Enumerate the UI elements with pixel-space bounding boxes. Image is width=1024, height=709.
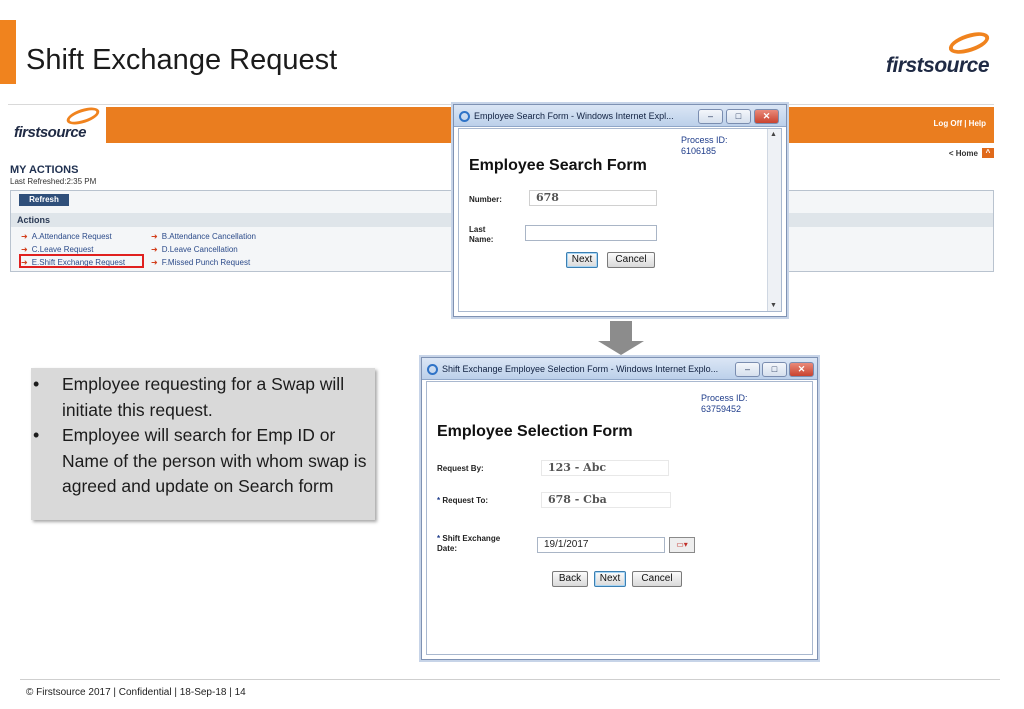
last-refreshed-text: Last Refreshed:2:35 PM <box>10 177 97 186</box>
last-name-field[interactable] <box>525 225 657 241</box>
arrow-icon: ➜ <box>21 232 28 241</box>
selection-form-title: Employee Selection Form <box>437 423 633 440</box>
bullet-point: Employee requesting for a Swap will init… <box>31 372 371 423</box>
description-box: Employee requesting for a Swap will init… <box>31 368 375 520</box>
logoff-help-links[interactable]: Log Off | Help <box>934 119 986 128</box>
action-attendance-cancellation[interactable]: ➜ B.Attendance Cancellation <box>151 232 256 241</box>
shift-exchange-highlight <box>19 254 144 268</box>
arrow-icon: ➜ <box>21 245 28 254</box>
cancel-button[interactable]: Cancel <box>632 571 682 587</box>
my-actions-heading: MY ACTIONS <box>10 164 79 176</box>
close-button[interactable]: ✕ <box>754 109 779 124</box>
minimize-button[interactable]: – <box>735 362 760 377</box>
maximize-button[interactable]: □ <box>762 362 787 377</box>
scroll-up-icon[interactable]: ▲ <box>770 131 777 138</box>
number-label: Number: <box>469 195 502 204</box>
footer-text: © Firstsource 2017 | Confidential | 18-S… <box>26 687 246 698</box>
portal-logo: firstsource <box>14 104 106 141</box>
shift-date-field[interactable]: 19/1/2017 <box>537 537 665 553</box>
action-leave-cancellation[interactable]: ➜ D.Leave Cancellation <box>151 245 238 254</box>
bullet-point: Employee will search for Emp ID or Name … <box>31 423 371 500</box>
employee-search-window: Employee Search Form - Windows Internet … <box>453 104 787 317</box>
search-window-body: Process ID: 6106185 Employee Search Form… <box>458 128 782 312</box>
slide-title: Shift Exchange Request <box>26 44 338 76</box>
scroll-down-icon[interactable]: ▼ <box>770 302 777 309</box>
home-row: < Home ^ <box>949 148 994 158</box>
last-name-label: Last Name: <box>469 225 494 244</box>
action-attendance-request[interactable]: ➜ A.Attendance Request <box>21 232 112 241</box>
number-field[interactable]: 678 <box>529 190 657 206</box>
title-accent-bar <box>0 20 16 84</box>
request-to-label-row: * Request To: <box>437 496 488 505</box>
minimize-button[interactable]: – <box>698 109 723 124</box>
search-form-title: Employee Search Form <box>469 157 647 174</box>
refresh-button[interactable]: Refresh <box>19 194 69 206</box>
shift-date-label-row: * Shift Exchange Date: <box>437 534 501 553</box>
collapse-up-icon[interactable]: ^ <box>982 148 994 158</box>
calendar-icon[interactable]: ▭▾ <box>669 537 695 553</box>
firstsource-logo: firstsource <box>886 27 1004 78</box>
maximize-button[interactable]: □ <box>726 109 751 124</box>
vertical-scrollbar[interactable]: ▲ ▼ <box>767 129 781 311</box>
request-by-label: Request By: <box>437 464 484 473</box>
close-button[interactable]: ✕ <box>789 362 814 377</box>
arrow-icon: ➜ <box>151 245 158 254</box>
down-arrow-icon <box>598 321 644 355</box>
internet-explorer-icon <box>459 111 470 122</box>
process-id-block: Process ID: 63759452 <box>701 393 748 414</box>
back-button[interactable]: Back <box>552 571 588 587</box>
footer-divider <box>20 679 1000 680</box>
action-leave-request[interactable]: ➜ C.Leave Request <box>21 245 94 254</box>
request-to-field[interactable]: 678 - Cba <box>541 492 671 508</box>
arrow-icon: ➜ <box>151 232 158 241</box>
description-list: Employee requesting for a Swap will init… <box>31 372 371 500</box>
request-by-field: 123 - Abc <box>541 460 669 476</box>
selection-window-body: Process ID: 63759452 Employee Selection … <box>426 381 813 655</box>
employee-selection-window: Shift Exchange Employee Selection Form -… <box>421 357 818 660</box>
next-button[interactable]: Next <box>566 252 598 268</box>
process-id-block: Process ID: 6106185 <box>681 135 728 156</box>
action-missed-punch-request[interactable]: ➜ F.Missed Punch Request <box>151 258 250 267</box>
home-link[interactable]: < Home <box>949 149 978 158</box>
cancel-button[interactable]: Cancel <box>607 252 655 268</box>
internet-explorer-icon <box>427 364 438 375</box>
next-button[interactable]: Next <box>594 571 626 587</box>
arrow-icon: ➜ <box>151 258 158 267</box>
